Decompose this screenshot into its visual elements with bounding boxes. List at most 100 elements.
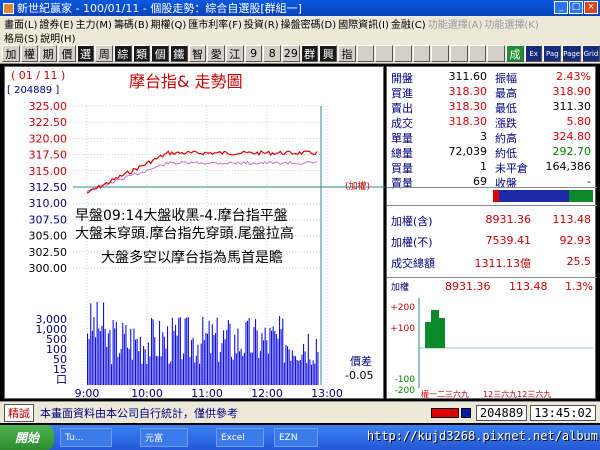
volume-label: [ 204889 ] <box>7 85 59 96</box>
volume-bar <box>216 317 218 385</box>
volume-bar <box>167 326 169 385</box>
task-item[interactable]: 元富 <box>140 428 188 447</box>
menu-item[interactable]: 證券(E) <box>39 16 73 31</box>
volume-bar <box>111 364 113 385</box>
minimize-button[interactable]: _ <box>554 1 568 14</box>
menu-item[interactable]: 說明(H) <box>40 30 75 45</box>
volume-bar <box>125 325 127 385</box>
toolbar-button[interactable]: 期 <box>39 45 58 62</box>
menu-item[interactable]: 投資(R) <box>244 16 279 31</box>
volume-bar <box>290 360 292 385</box>
volume-bar <box>135 339 137 385</box>
task-item[interactable]: Tu... <box>60 428 112 447</box>
toolbar-button[interactable]: 愛 <box>207 45 226 62</box>
watermark-url: http://kujd3268.pixnet.net/album <box>366 429 598 443</box>
volume-bar <box>146 363 148 385</box>
menu-item[interactable]: 畫面(L) <box>4 16 37 31</box>
volume-bar <box>189 357 191 385</box>
toolbar-button[interactable]: 權 <box>20 45 39 62</box>
quote-label: 振幅 <box>495 72 517 85</box>
volume-bar <box>215 333 217 385</box>
quote-label: 成交 <box>391 117 413 130</box>
menu-item[interactable]: 期權(Q) <box>151 16 187 31</box>
toolbar-button[interactable]: 綜 <box>114 45 132 62</box>
menu-item[interactable]: 操盤密碼(D) <box>281 16 337 31</box>
volume-bar <box>171 317 173 385</box>
close-button[interactable]: × <box>584 1 598 14</box>
volume-bar <box>317 351 319 385</box>
volume-bar <box>213 335 215 385</box>
title-bar[interactable]: 新世紀贏家 - 100/01/11 - 個股走勢：綜合自選股[群組一] _ □ … <box>0 0 600 16</box>
toolbar-button[interactable]: 周 <box>95 45 114 62</box>
menu-item[interactable]: 匯市利率(F) <box>188 16 242 31</box>
toolbar-button[interactable]: Grid <box>582 45 600 62</box>
volume-bar <box>211 324 213 385</box>
volume-bar <box>266 340 268 385</box>
toolbar-button[interactable] <box>468 45 487 62</box>
toolbar-button[interactable] <box>356 45 375 62</box>
toolbar-button[interactable] <box>394 45 412 62</box>
toolbar-button[interactable]: 成 <box>506 45 524 62</box>
index-row: 加權(不) 7539.41 92.93 <box>387 234 597 249</box>
task-item[interactable]: Excel <box>216 428 264 447</box>
toolbar-button[interactable] <box>487 45 506 62</box>
toolbar: 加權期價選周綜類個鐵智愛江 9 8 29 群興指 成 Ex Pag Page Grid <box>0 44 600 64</box>
quote-label: 單量 <box>391 132 413 145</box>
toolbar-button[interactable]: 鐵 <box>170 45 188 62</box>
volume-bar <box>88 339 90 385</box>
vendor-button[interactable]: 精誠 <box>4 403 34 422</box>
toolbar-button[interactable]: 8 <box>263 45 282 62</box>
menu-item[interactable]: 籌碼(B) <box>114 16 149 31</box>
toolbar-button[interactable] <box>431 45 450 62</box>
toolbar-button[interactable]: 群 <box>300 45 319 62</box>
volume-bar <box>311 364 313 385</box>
toolbar-button[interactable]: Pag <box>543 45 562 62</box>
toolbar-button[interactable]: 類 <box>132 45 151 62</box>
menu-item[interactable]: 國際資訊(I) <box>338 16 389 31</box>
volume-bar <box>303 343 305 385</box>
volume-bar <box>152 319 154 385</box>
volume-bar <box>287 346 289 385</box>
menu-item[interactable]: 格局(S) <box>4 30 38 45</box>
app-icon <box>3 2 14 14</box>
toolbar-button[interactable]: Ex <box>524 45 543 62</box>
volume-bar <box>112 320 114 385</box>
volume-bar <box>183 353 185 385</box>
volume-bar <box>280 329 282 385</box>
menu-item[interactable]: 主力(M) <box>76 16 112 31</box>
volume-bar <box>304 351 306 385</box>
toolbar-button[interactable]: 指 <box>338 45 356 62</box>
menu-row-2: 格局(S) 說明(H) <box>0 30 600 45</box>
menu-item[interactable]: 金融(C) <box>391 16 426 31</box>
volume-bar <box>285 344 287 385</box>
toolbar-button[interactable]: Page <box>562 45 582 62</box>
volume-bar <box>159 320 161 385</box>
toolbar-button[interactable]: 9 <box>244 45 263 62</box>
toolbar-button[interactable] <box>375 45 394 62</box>
quote-label: 收盤 <box>495 177 517 190</box>
maximize-button[interactable]: □ <box>569 1 583 14</box>
toolbar-button[interactable] <box>450 45 468 62</box>
task-item[interactable]: EZN <box>274 428 318 447</box>
menu-item[interactable]: 功能選擇(K) <box>484 16 538 31</box>
volume-bar <box>139 336 141 385</box>
toolbar-button[interactable]: 江 <box>226 45 244 62</box>
toolbar-button[interactable]: 興 <box>319 45 338 62</box>
volume-bar <box>221 343 223 385</box>
volume-bar <box>173 331 175 385</box>
start-button[interactable]: 開始 <box>0 425 54 450</box>
volume-bar <box>256 330 258 385</box>
toolbar-button[interactable] <box>412 45 431 62</box>
toolbar-button[interactable]: 29 <box>282 45 300 62</box>
volume-bar <box>263 340 265 385</box>
toolbar-button[interactable]: 個 <box>151 45 170 62</box>
menu-item[interactable]: 功能選擇(A) <box>428 16 483 31</box>
toolbar-button[interactable]: 智 <box>188 45 207 62</box>
price-tick: 325.00 <box>29 100 68 113</box>
toolbar-button[interactable]: 加 <box>2 45 20 62</box>
quote-label: 買進 <box>391 87 413 100</box>
volume-bar <box>312 360 314 385</box>
toolbar-button[interactable]: 選 <box>76 45 95 62</box>
volume-tick: 口 <box>56 373 67 386</box>
toolbar-button[interactable]: 價 <box>58 45 76 62</box>
